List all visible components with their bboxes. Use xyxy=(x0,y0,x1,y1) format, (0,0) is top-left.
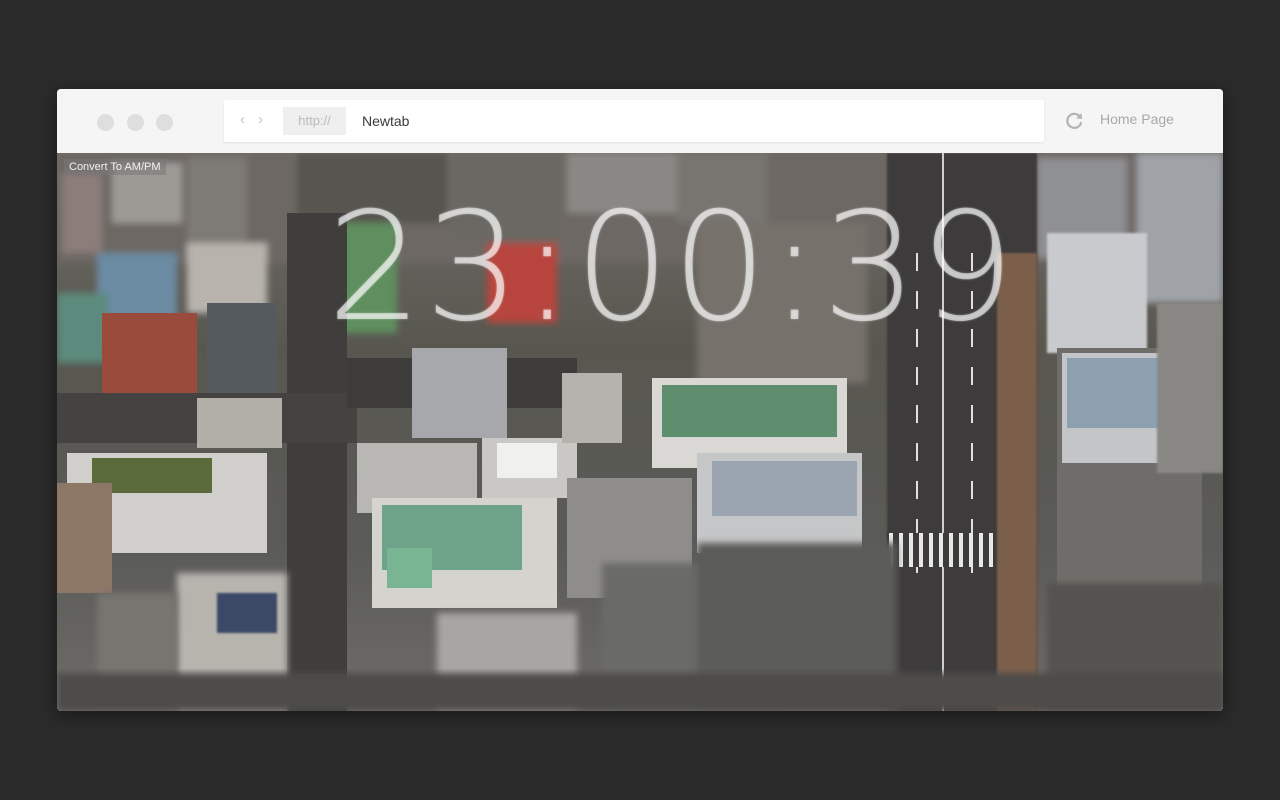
window-zoom-icon[interactable] xyxy=(156,114,173,131)
reload-icon[interactable] xyxy=(1062,109,1086,133)
clock-display: 23:00:39 xyxy=(327,181,1017,355)
back-arrow-icon[interactable]: ‹ xyxy=(240,111,245,129)
convert-ampm-button[interactable]: Convert To AM/PM xyxy=(64,159,166,175)
window-close-icon[interactable] xyxy=(97,114,114,131)
browser-window: ‹ › http:// Newtab Home Page Convert To … xyxy=(57,89,1223,711)
forward-arrow-icon[interactable]: › xyxy=(258,111,263,129)
home-page-link[interactable]: Home Page xyxy=(1100,111,1174,127)
window-minimize-icon[interactable] xyxy=(127,114,144,131)
newtab-background: Convert To AM/PM 23:00:39 xyxy=(57,153,1223,711)
url-protocol: http:// xyxy=(283,107,346,135)
address-bar[interactable]: ‹ › http:// Newtab xyxy=(224,100,1044,142)
browser-toolbar: ‹ › http:// Newtab Home Page xyxy=(57,89,1223,153)
url-text[interactable]: Newtab xyxy=(362,100,409,142)
